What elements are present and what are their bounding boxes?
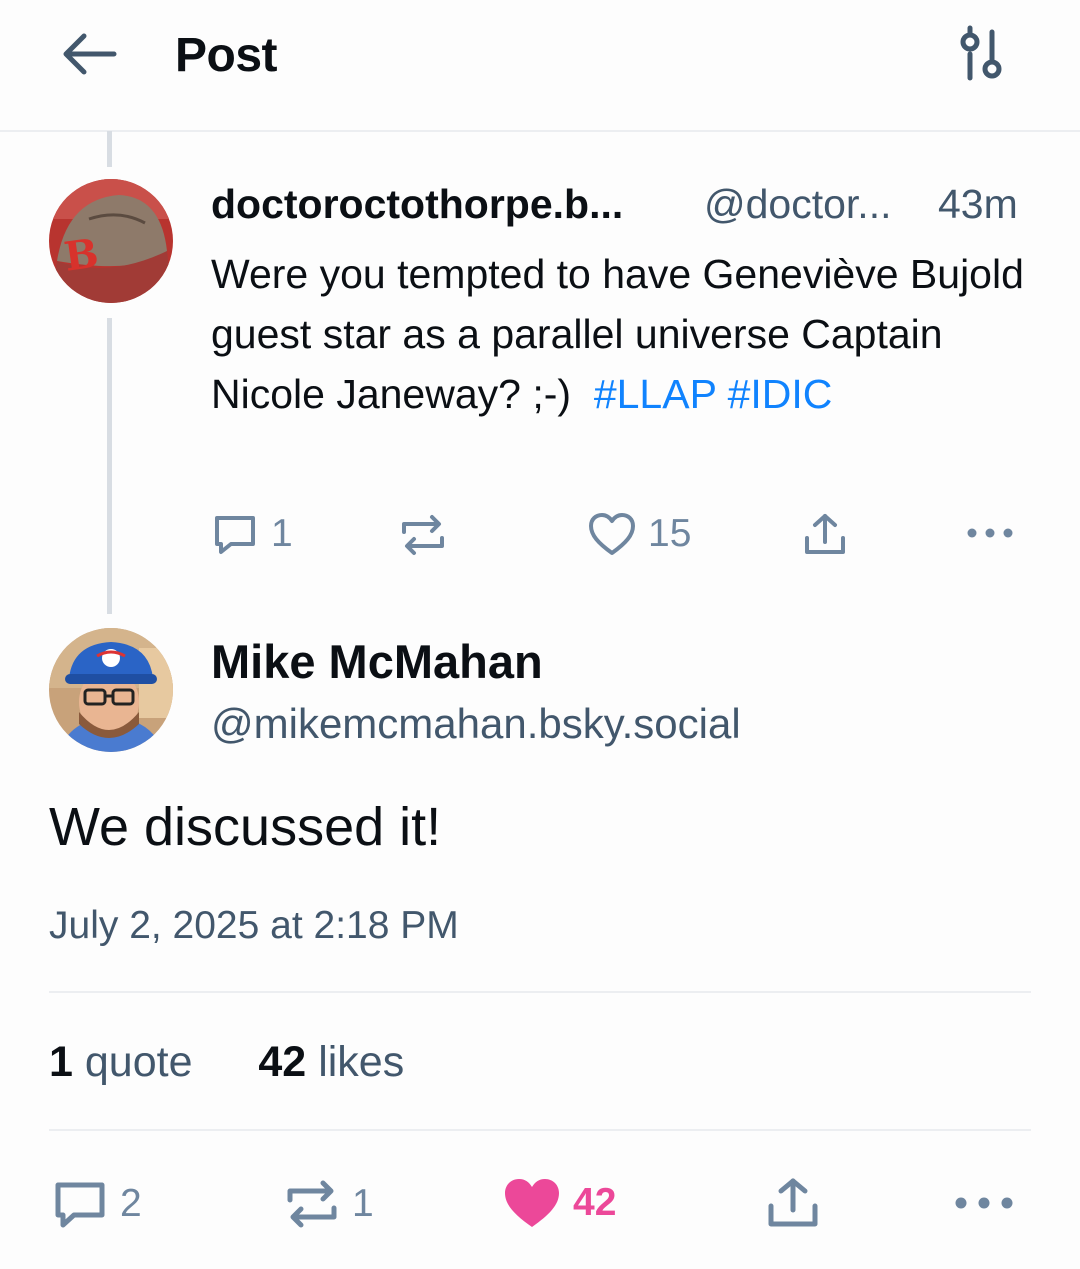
thread-line-top [107,131,112,167]
repost-icon [287,1180,337,1228]
svg-text:B: B [61,230,101,281]
parent-post-text: Were you tempted to have Geneviève Bujol… [211,244,1031,424]
more-button[interactable] [954,1186,1014,1220]
like-count: 42 [573,1181,617,1224]
likes-stat[interactable]: 42 likes [258,1038,404,1086]
quotes-label: quote [84,1038,193,1086]
parent-reply-count: 1 [271,512,293,555]
likes-label: likes [318,1038,405,1086]
quotes-stat[interactable]: 1 quote [49,1038,192,1086]
share-button[interactable] [765,1176,821,1230]
hashtag-link[interactable]: #LLAP [594,371,716,417]
hashtag-link[interactable]: #IDIC [728,371,833,417]
author-avatar[interactable] [49,628,173,752]
parent-post-time[interactable]: 43m [938,181,1018,228]
thread-line [107,318,112,614]
top-bar: Post [0,0,1080,132]
share-icon [768,1178,818,1227]
quotes-count: 1 [49,1038,73,1086]
divider [49,1129,1031,1131]
like-button[interactable]: 42 [503,1177,616,1229]
sliders-icon [960,25,1002,81]
repost-icon [402,515,444,555]
back-button[interactable] [56,26,120,82]
parent-author-handle[interactable]: @doctor... [704,181,891,228]
page-title: Post [175,29,278,82]
author-name[interactable]: Mike McMahan [211,634,543,689]
parent-like-count: 15 [648,512,692,555]
repost-count: 1 [352,1182,374,1225]
parent-reply-button[interactable]: 1 [211,510,293,558]
reply-button[interactable]: 2 [52,1177,142,1231]
more-dots-icon [967,528,1013,538]
parent-author-avatar[interactable]: B [49,179,173,303]
thread-settings-button[interactable] [948,24,1012,88]
parent-like-button[interactable]: 15 [588,512,691,556]
heart-filled-icon [505,1179,559,1227]
post-timestamp: July 2, 2025 at 2:18 PM [49,904,459,947]
arrow-left-icon [63,33,117,75]
post-stats: 1 quote 42 likes [49,1038,404,1087]
reply-count: 2 [120,1182,142,1225]
author-handle[interactable]: @mikemcmahan.bsky.social [211,700,741,748]
post-text: We discussed it! [49,797,442,857]
parent-share-button[interactable] [802,512,848,558]
person-avatar-icon [49,628,173,752]
heart-outline-icon [589,513,635,555]
repost-button[interactable]: 1 [284,1178,374,1230]
reply-icon [215,516,255,554]
more-dots-icon [955,1197,1013,1209]
reply-icon [55,1182,105,1228]
parent-more-button[interactable] [966,518,1014,548]
parent-author-name[interactable]: doctoroctothorpe.b... [211,181,623,228]
baseball-cap-avatar-icon: B [49,179,173,303]
likes-count: 42 [258,1038,307,1086]
share-icon [805,514,845,554]
divider [49,991,1031,993]
parent-repost-button[interactable] [398,512,448,558]
